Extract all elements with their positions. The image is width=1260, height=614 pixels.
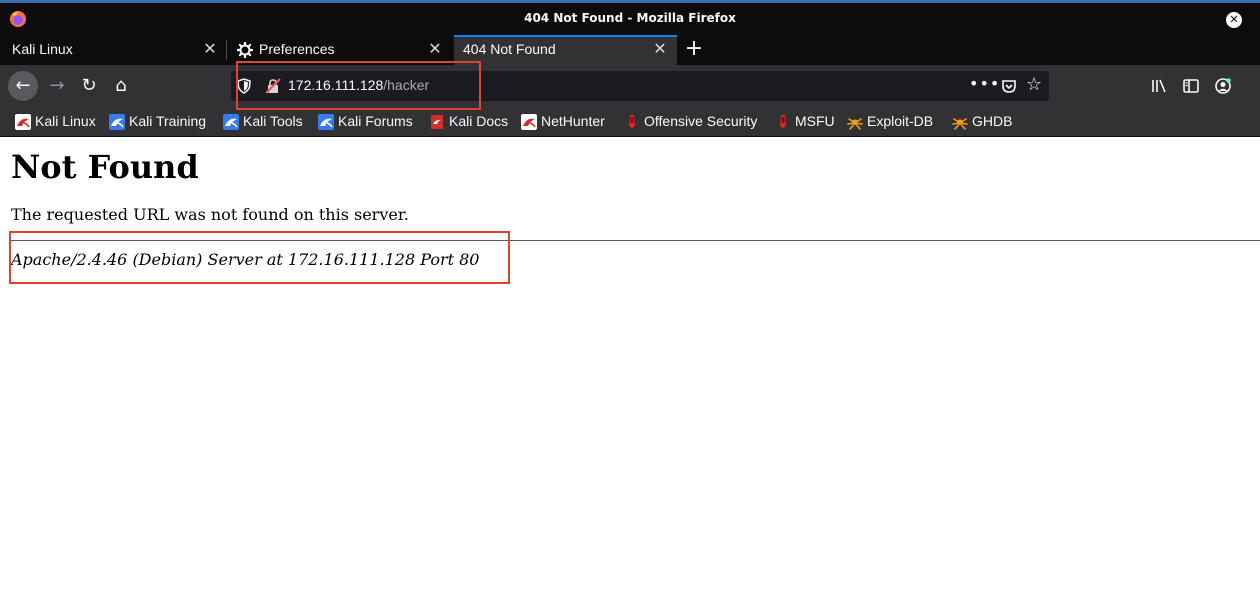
page-heading: Not Found — [11, 148, 199, 186]
exploit-db-icon — [847, 118, 863, 130]
bookmark-label: Exploit-DB — [867, 113, 934, 129]
back-button[interactable]: ← — [8, 71, 38, 101]
gear-icon — [237, 42, 253, 58]
page-content: Not Found The requested URL was not foun… — [0, 138, 1260, 614]
reload-button[interactable]: ↻ — [74, 71, 104, 101]
tab-strip: Kali Linux ✕ Preferences ✕ 404 Not Found… — [0, 35, 1260, 65]
page-actions-menu-icon[interactable]: ••• — [969, 74, 1000, 93]
window-titlebar: 404 Not Found - Mozilla Firefox ✕ — [0, 0, 1260, 35]
bookmark-label: Kali Tools — [243, 113, 303, 129]
bookmark-label: GHDB — [972, 113, 1013, 129]
tab-close-icon[interactable]: ✕ — [202, 39, 218, 59]
server-signature-highlight-box — [9, 231, 510, 284]
kali-icon — [109, 114, 125, 130]
bookmark-label: Offensive Security — [644, 113, 758, 129]
tab-close-icon[interactable]: ✕ — [427, 39, 443, 59]
offsec-icon — [629, 115, 635, 129]
home-button[interactable]: ⌂ — [106, 71, 136, 101]
window-close-button[interactable]: ✕ — [1226, 12, 1242, 28]
tab-label: 404 Not Found — [463, 41, 556, 57]
kali-icon — [521, 114, 537, 130]
kali-icon — [318, 114, 334, 130]
bookmark-label: Kali Docs — [449, 113, 509, 129]
new-tab-button[interactable]: + — [682, 36, 706, 64]
bookmark-label: Kali Forums — [338, 113, 413, 129]
hamburger-menu-icon[interactable] — [1252, 77, 1260, 95]
exploit-db-icon — [952, 118, 968, 130]
bookmark-label: MSFU — [795, 113, 835, 129]
window-title: 404 Not Found - Mozilla Firefox — [524, 11, 736, 25]
tab-label: Kali Linux — [12, 41, 73, 57]
tab-close-icon[interactable]: ✕ — [652, 39, 668, 59]
sidebar-icon[interactable] — [1182, 77, 1200, 95]
forward-button[interactable]: → — [42, 71, 72, 101]
url-highlight-box — [236, 61, 481, 110]
tab-label: Preferences — [259, 41, 335, 57]
library-icon[interactable] — [1150, 77, 1168, 95]
tab-kali-linux[interactable]: Kali Linux ✕ — [0, 35, 227, 65]
kali-icon — [15, 114, 31, 130]
navigation-toolbar: ← → ↻ ⌂ 172.16.111.128/hacker ••• ☆ — [0, 65, 1260, 107]
bookmark-label: Kali Training — [129, 113, 207, 129]
kali-icon — [223, 114, 239, 130]
kali-docs-icon — [431, 115, 443, 129]
bookmark-star-icon[interactable]: ☆ — [1026, 74, 1042, 95]
offsec-icon — [780, 115, 786, 129]
bookmark-label: NetHunter — [541, 113, 605, 129]
pocket-icon[interactable] — [1001, 78, 1017, 94]
tab-404-not-found[interactable]: 404 Not Found ✕ — [454, 35, 677, 65]
bookmark-label: Kali Linux — [35, 113, 96, 129]
error-message: The requested URL was not found on this … — [11, 205, 409, 224]
account-icon[interactable] — [1214, 77, 1232, 95]
bookmarks-toolbar: Kali Linux Kali Training Kali Tools Kali… — [0, 107, 1260, 137]
